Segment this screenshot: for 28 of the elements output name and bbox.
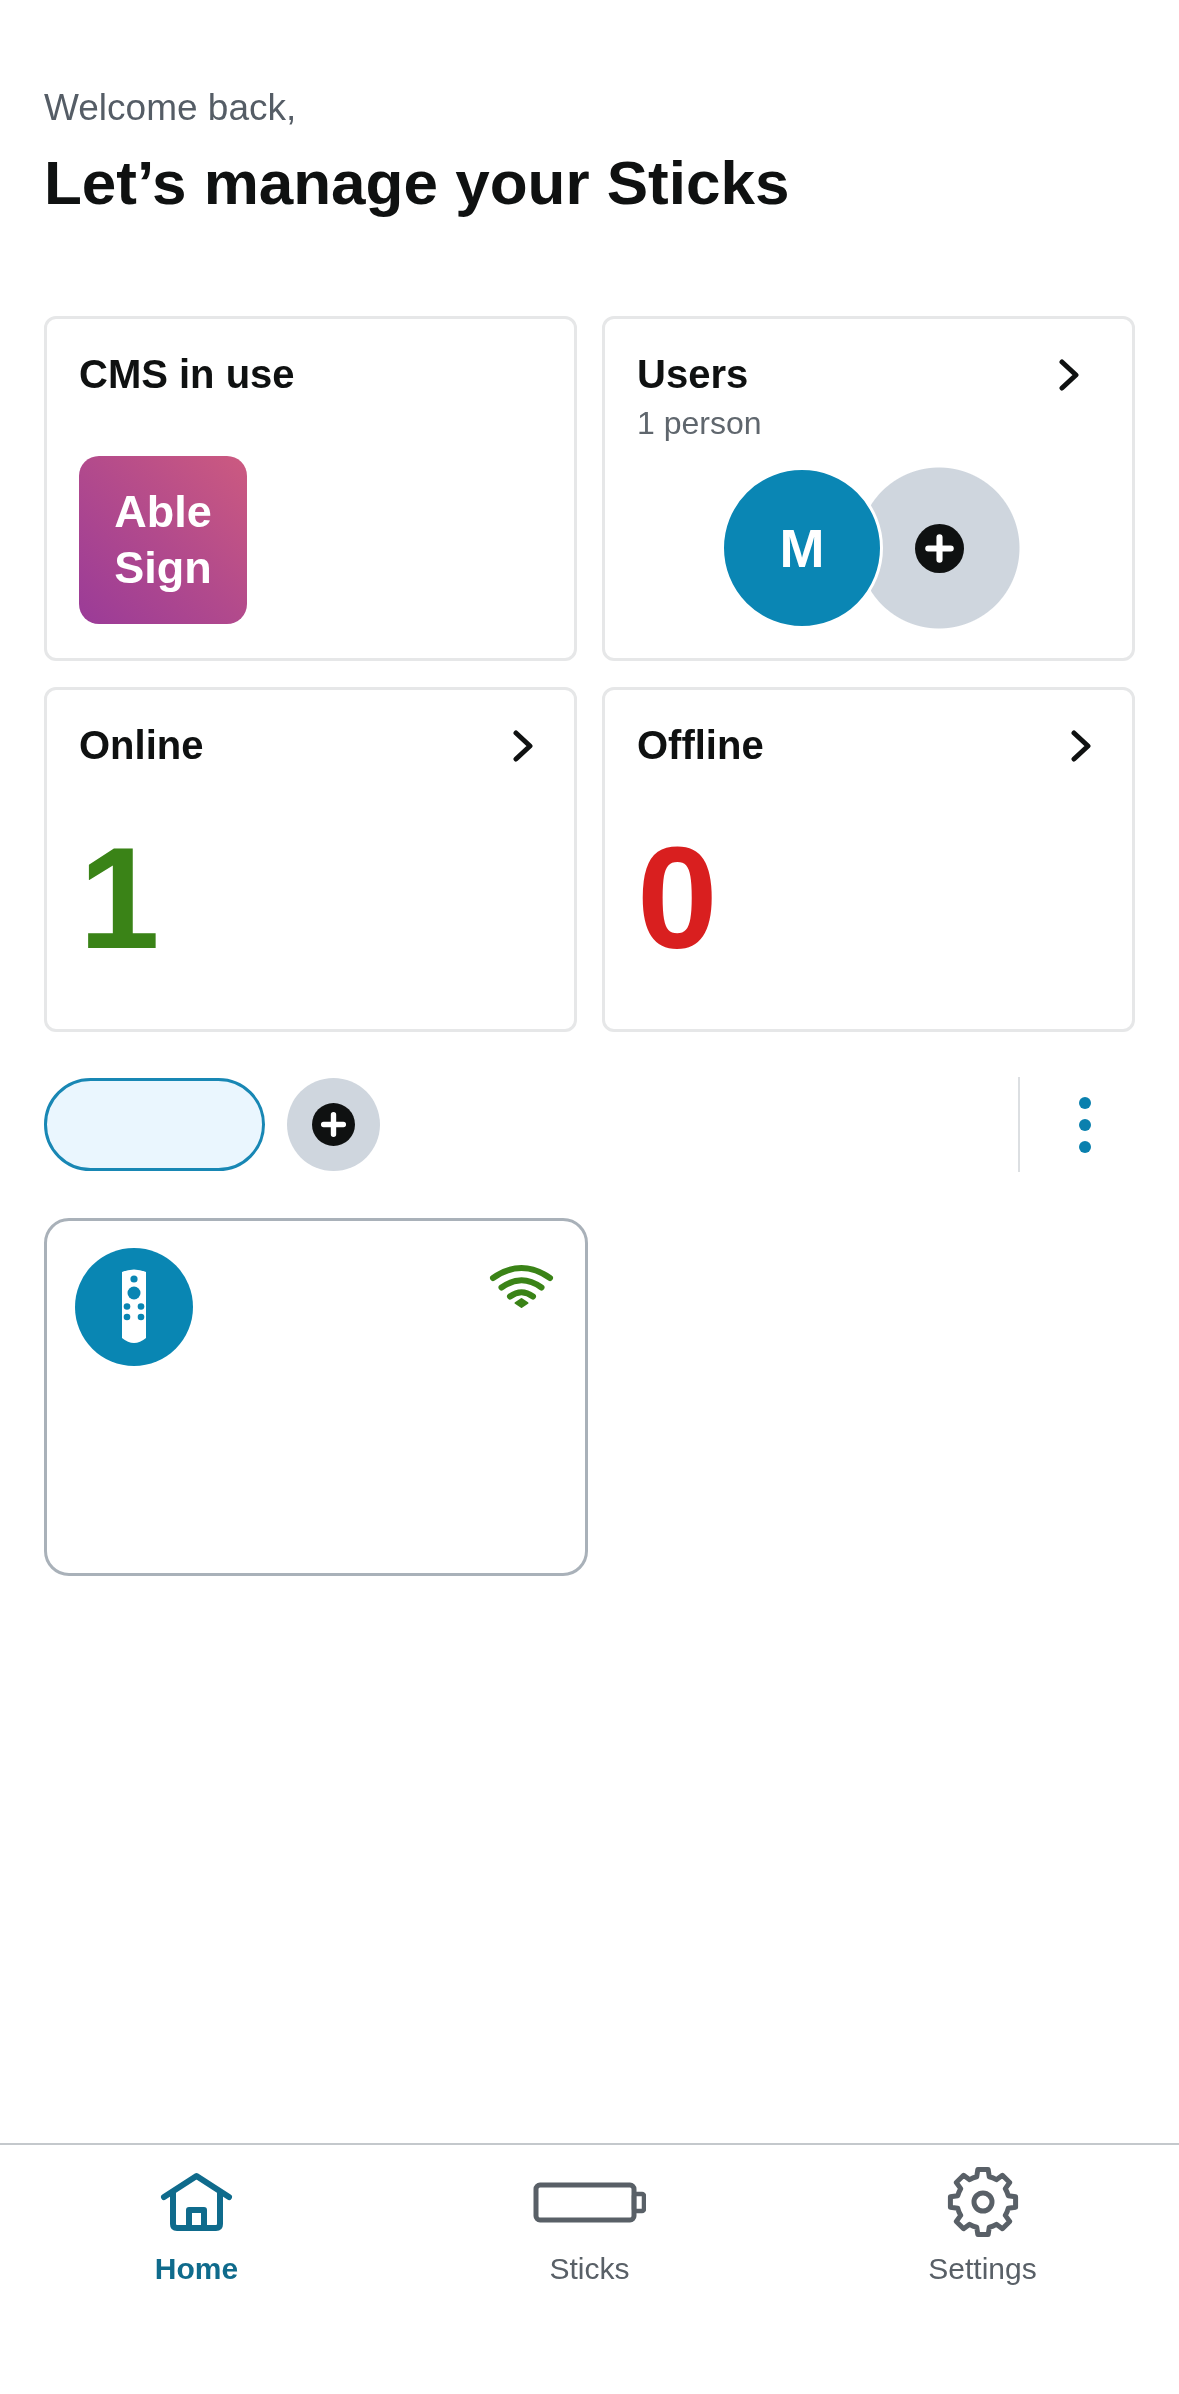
card-title: CMS in use <box>79 351 295 398</box>
battery-icon <box>533 2181 646 2223</box>
settings-icon <box>946 2166 1019 2238</box>
greeting: Welcome back, <box>44 86 297 129</box>
cms-logo: Able Sign <box>79 456 247 624</box>
card-title: Offline <box>637 722 764 769</box>
remote-icon <box>75 1248 193 1366</box>
device-count: 1 <box>79 826 160 971</box>
card-title: Online <box>79 722 204 769</box>
card-title: Users <box>637 351 749 398</box>
count-card[interactable]: Online 1 <box>44 687 577 1032</box>
device-card[interactable] <box>44 1218 588 1576</box>
home-icon <box>160 2172 233 2232</box>
chevron-right-icon <box>1071 729 1092 762</box>
chevron-right-icon <box>1059 358 1080 391</box>
nav-tab[interactable]: Settings <box>928 2165 1037 2287</box>
plus-icon <box>915 523 964 573</box>
nav-tab[interactable]: Home <box>154 2165 239 2287</box>
more-icon[interactable] <box>1079 1096 1091 1153</box>
avatar: M <box>721 467 883 629</box>
count-card[interactable]: Offline 0 <box>602 687 1135 1032</box>
users-card[interactable]: Users 1 person M <box>602 316 1135 661</box>
plus-icon <box>312 1103 355 1146</box>
nav-tab[interactable]: Sticks <box>533 2165 646 2287</box>
users-count: 1 person <box>637 404 762 442</box>
device-count: 0 <box>637 826 718 971</box>
page-title: Let’s manage your Sticks <box>44 147 790 219</box>
chevron-right-icon <box>513 729 534 762</box>
